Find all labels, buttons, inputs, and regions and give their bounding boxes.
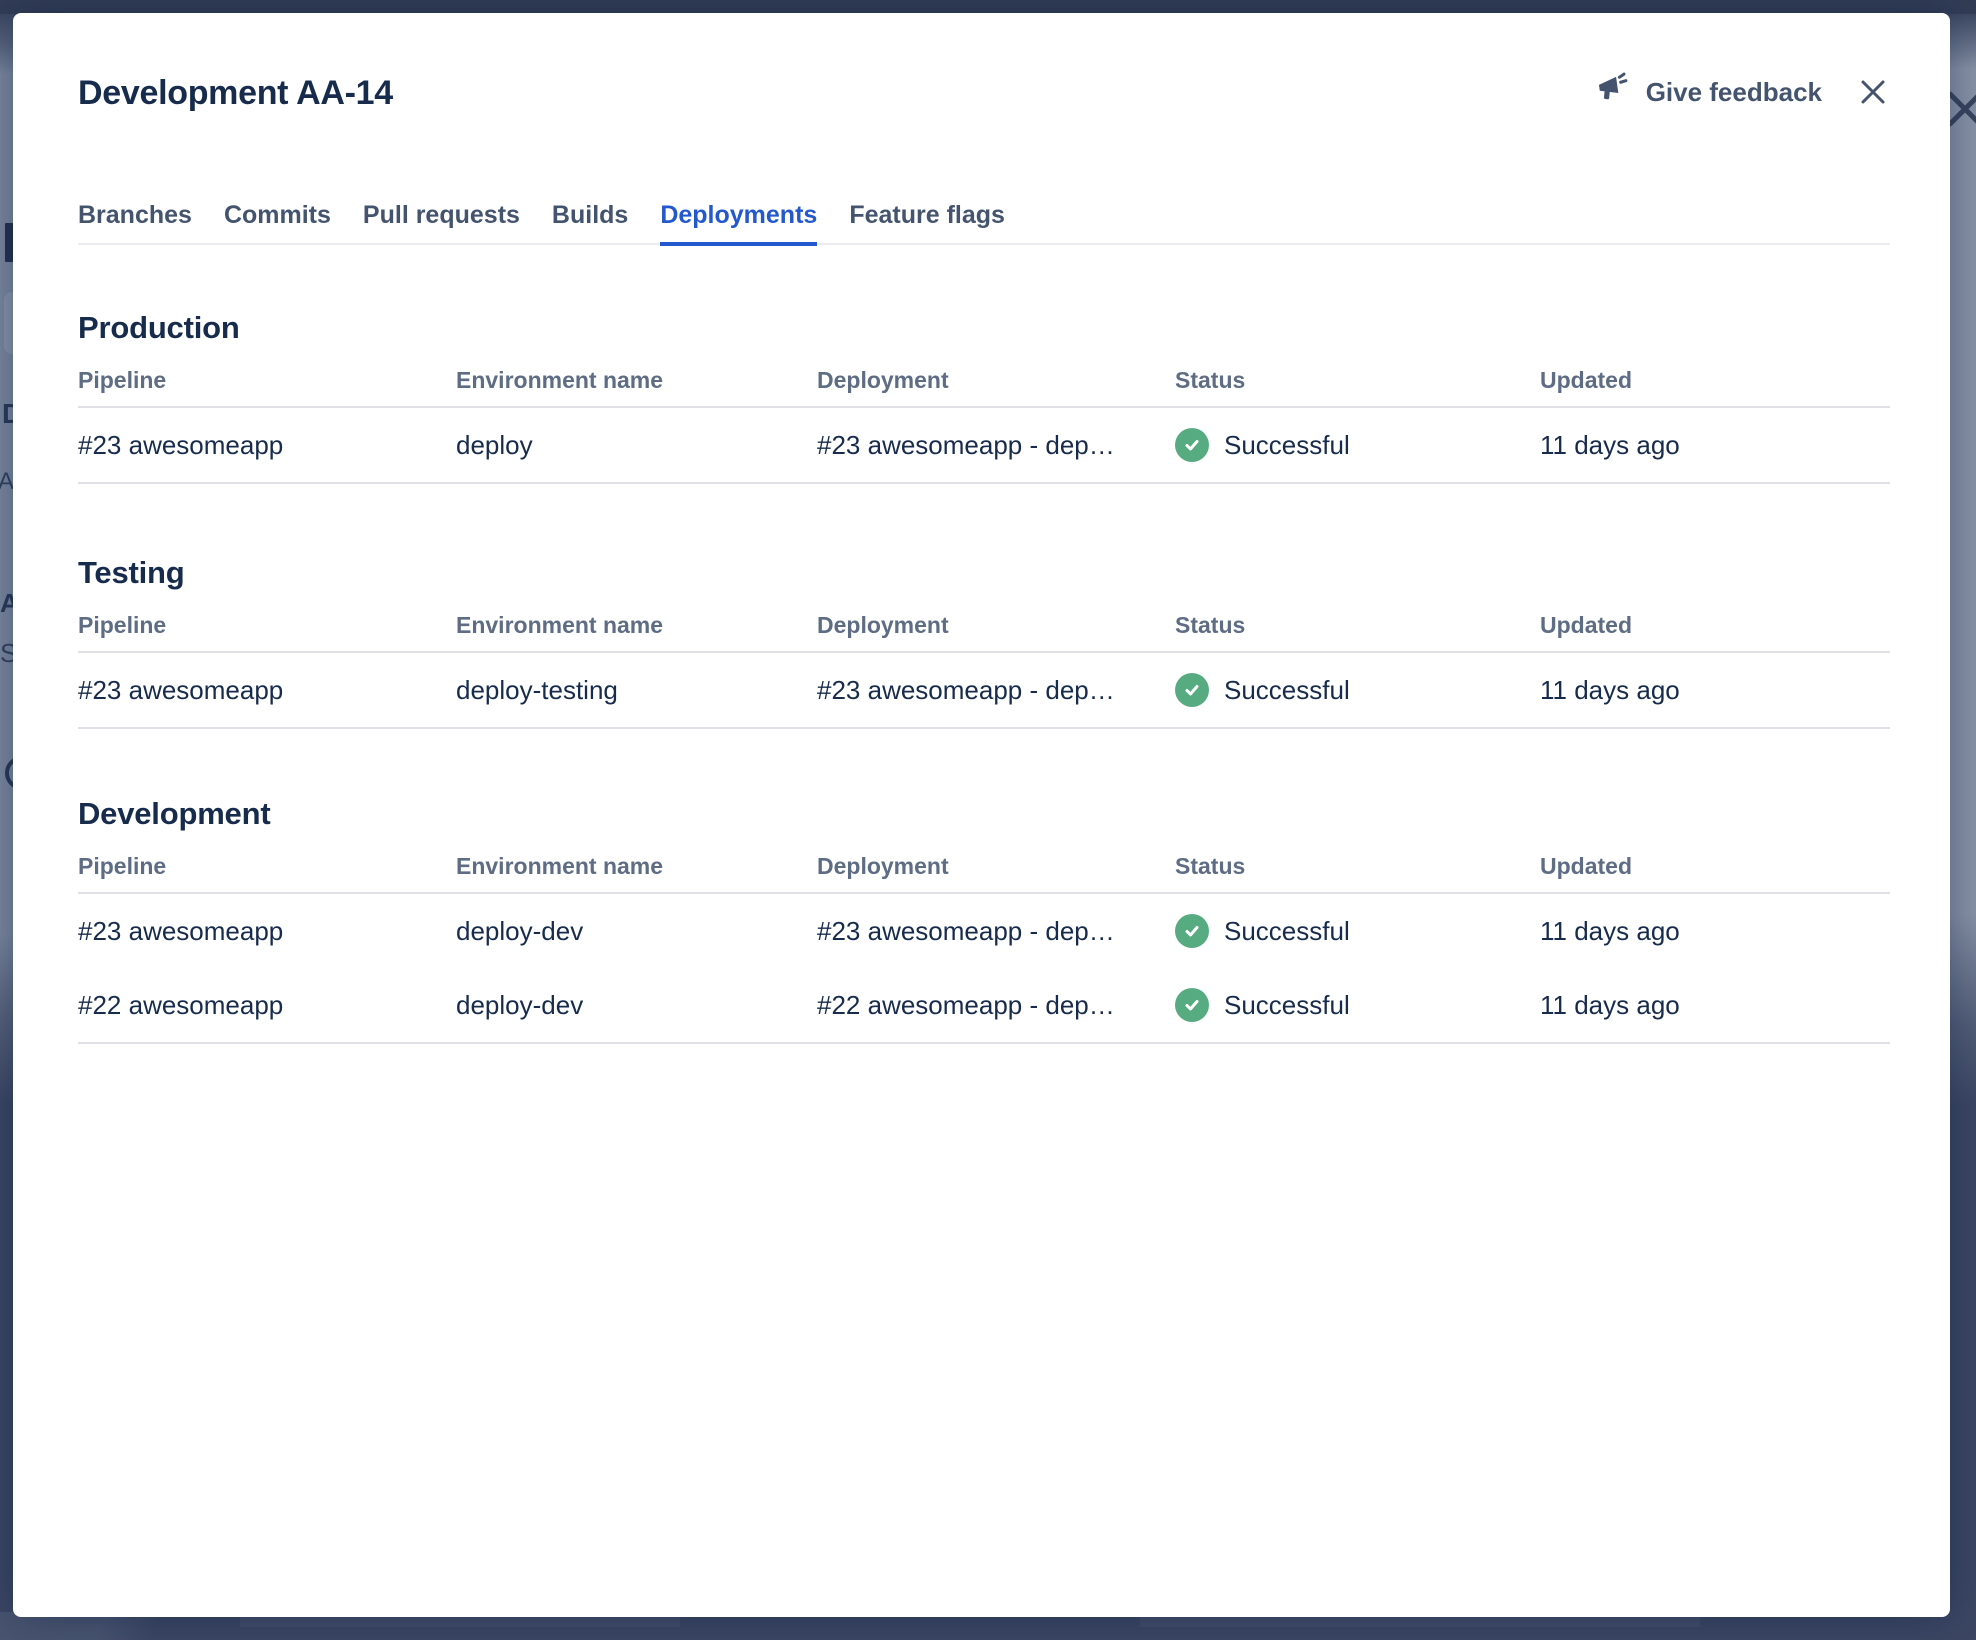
status-label: Successful xyxy=(1224,915,1350,946)
status-label: Successful xyxy=(1224,674,1350,705)
table-header-row: Pipeline Environment name Deployment Sta… xyxy=(78,612,1890,653)
deployment-link[interactable]: #23 awesomeapp - dep… xyxy=(817,896,1175,967)
section-heading: Testing xyxy=(78,555,185,590)
background-top-bar xyxy=(0,0,1976,14)
environment-name: deploy-testing xyxy=(456,674,618,705)
table-header-row: Pipeline Environment name Deployment Sta… xyxy=(78,853,1890,894)
section-heading: Production xyxy=(78,310,240,345)
tab-pull-requests[interactable]: Pull requests xyxy=(363,200,520,246)
table-row: #22 awesomeapp deploy-dev #22 awesomeapp… xyxy=(78,968,1890,1044)
column-header-updated: Updated xyxy=(1540,853,1632,879)
check-circle-icon xyxy=(1175,673,1209,707)
dialog-tabs: Branches Commits Pull requests Builds De… xyxy=(78,200,1890,246)
section-development: Development Pipeline Environment name De… xyxy=(78,795,1890,1044)
close-icon[interactable] xyxy=(1856,75,1890,109)
deployments-table: Pipeline Environment name Deployment Sta… xyxy=(78,612,1890,729)
table-row: #23 awesomeapp deploy-testing #23 awesom… xyxy=(78,653,1890,729)
status-cell: Successful xyxy=(1175,968,1540,1042)
background-seam xyxy=(240,1617,680,1627)
status-label: Successful xyxy=(1224,429,1350,460)
background-seam xyxy=(1140,1617,1700,1627)
updated-value: 11 days ago xyxy=(1540,674,1680,705)
environment-name: deploy xyxy=(456,429,533,460)
check-circle-icon xyxy=(1175,988,1209,1022)
status-label: Successful xyxy=(1224,989,1350,1020)
column-header-status: Status xyxy=(1175,612,1246,638)
deployments-table: Pipeline Environment name Deployment Sta… xyxy=(78,853,1890,1044)
column-header-pipeline: Pipeline xyxy=(78,612,167,638)
tab-branches[interactable]: Branches xyxy=(78,200,192,246)
header-actions: Give feedback xyxy=(1593,71,1890,114)
background-right-strip xyxy=(1950,14,1976,1640)
tab-feature-flags[interactable]: Feature flags xyxy=(849,200,1005,246)
megaphone-icon xyxy=(1593,71,1636,114)
column-header-environment: Environment name xyxy=(456,853,664,879)
column-header-deployment: Deployment xyxy=(817,367,949,393)
table-row: #23 awesomeapp deploy #23 awesomeapp - d… xyxy=(78,408,1890,484)
give-feedback-label: Give feedback xyxy=(1645,76,1822,107)
column-header-updated: Updated xyxy=(1540,612,1632,638)
status-cell: Successful xyxy=(1175,408,1540,482)
table-header-row: Pipeline Environment name Deployment Sta… xyxy=(78,367,1890,408)
pipeline-link[interactable]: #23 awesomeapp xyxy=(78,410,456,481)
deployment-link[interactable]: #22 awesomeapp - dep… xyxy=(817,970,1175,1041)
column-header-deployment: Deployment xyxy=(817,612,949,638)
check-circle-icon xyxy=(1175,914,1209,948)
tab-builds[interactable]: Builds xyxy=(552,200,628,246)
section-testing: Testing Pipeline Environment name Deploy… xyxy=(78,554,1890,729)
pipeline-link[interactable]: #23 awesomeapp xyxy=(78,896,456,967)
column-header-updated: Updated xyxy=(1540,367,1632,393)
deployments-table: Pipeline Environment name Deployment Sta… xyxy=(78,367,1890,484)
tab-commits[interactable]: Commits xyxy=(224,200,331,246)
give-feedback-button[interactable]: Give feedback xyxy=(1593,71,1822,114)
development-dialog: Development AA-14 Give feedback Branches… xyxy=(13,13,1950,1617)
column-header-pipeline: Pipeline xyxy=(78,367,167,393)
table-row: #23 awesomeapp deploy-dev #23 awesomeapp… xyxy=(78,894,1890,968)
updated-value: 11 days ago xyxy=(1540,429,1680,460)
dialog-title: Development AA-14 xyxy=(78,74,393,112)
pipeline-link[interactable]: #23 awesomeapp xyxy=(78,655,456,726)
dialog-header: Development AA-14 Give feedback xyxy=(78,71,1890,115)
background-letter-fragment: A xyxy=(0,468,15,495)
section-heading: Development xyxy=(78,796,271,831)
pipeline-link[interactable]: #22 awesomeapp xyxy=(78,970,456,1041)
environment-name: deploy-dev xyxy=(456,915,584,946)
status-cell: Successful xyxy=(1175,653,1540,727)
tab-deployments[interactable]: Deployments xyxy=(660,200,818,246)
column-header-environment: Environment name xyxy=(456,612,664,638)
column-header-status: Status xyxy=(1175,367,1246,393)
updated-value: 11 days ago xyxy=(1540,915,1680,946)
deployment-link[interactable]: #23 awesomeapp - dep… xyxy=(817,410,1175,481)
updated-value: 11 days ago xyxy=(1540,989,1680,1020)
column-header-status: Status xyxy=(1175,853,1246,879)
status-cell: Successful xyxy=(1175,894,1540,968)
section-production: Production Pipeline Environment name Dep… xyxy=(78,309,1890,484)
deployment-link[interactable]: #23 awesomeapp - dep… xyxy=(817,655,1175,726)
environment-name: deploy-dev xyxy=(456,989,584,1020)
check-circle-icon xyxy=(1175,428,1209,462)
column-header-pipeline: Pipeline xyxy=(78,853,167,879)
column-header-environment: Environment name xyxy=(456,367,664,393)
column-header-deployment: Deployment xyxy=(817,853,949,879)
